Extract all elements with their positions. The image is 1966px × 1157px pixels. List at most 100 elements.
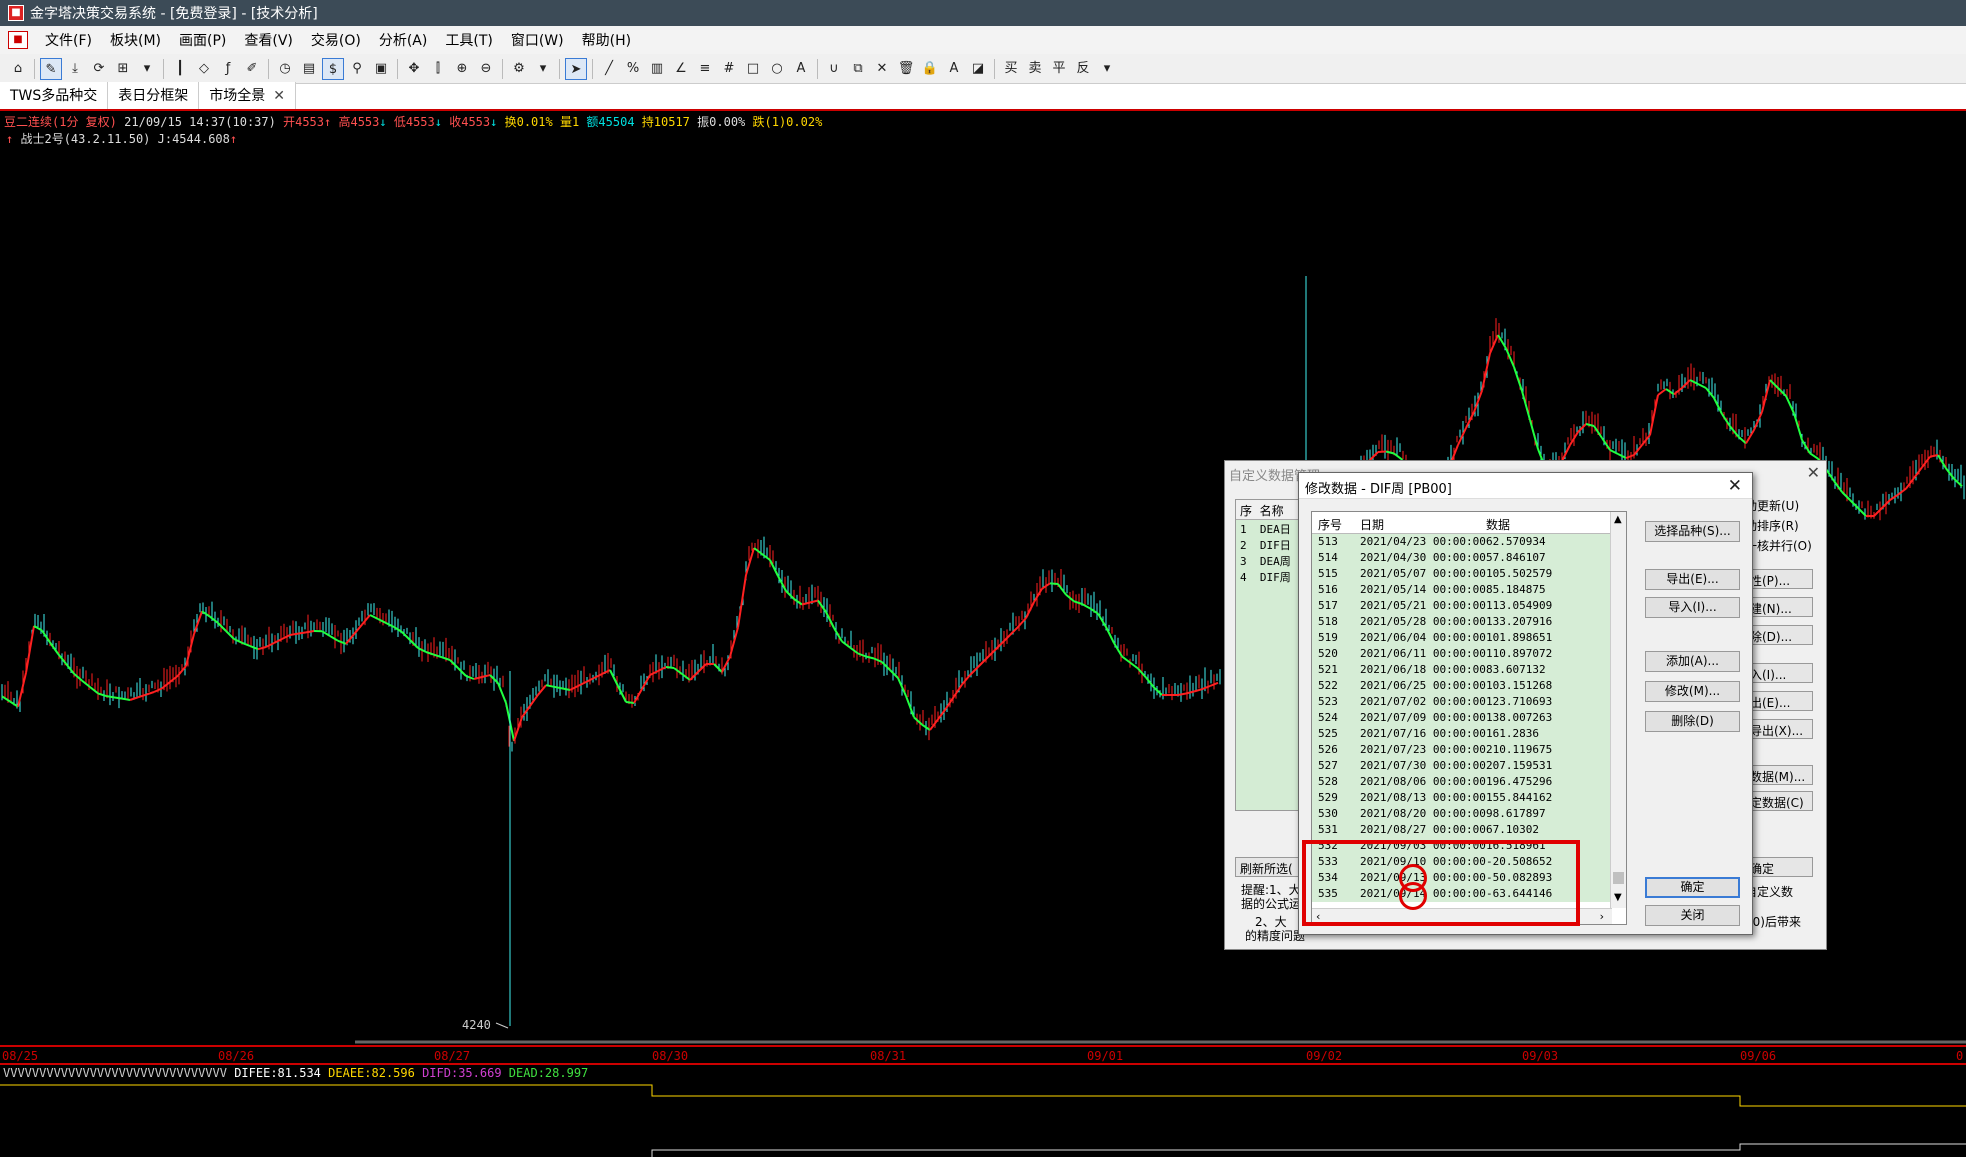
circle-icon[interactable]: ○	[766, 58, 788, 80]
move-icon[interactable]: ✥	[403, 58, 425, 80]
table-row[interactable]: 524 2021/07/09 00:00:00 138.007263	[1312, 710, 1612, 726]
table-row[interactable]: 525 2021/07/16 00:00:00 161.2836	[1312, 726, 1612, 742]
add-button[interactable]: 添加(A)...	[1645, 651, 1740, 672]
dropdown-icon[interactable]: ▾	[1096, 58, 1118, 80]
dropdown-icon[interactable]: ▾	[532, 58, 554, 80]
flat-icon[interactable]: 平	[1048, 58, 1070, 80]
single-core-option[interactable]: 一核并行(O)	[1745, 537, 1812, 554]
import-button[interactable]: 入(I)...	[1745, 663, 1813, 683]
magnet-icon[interactable]: ∪	[823, 58, 845, 80]
menu-window[interactable]: 窗口(W)	[502, 30, 573, 50]
filter-icon[interactable]: ⚲	[346, 58, 368, 80]
close-icon[interactable]: ✕	[1807, 463, 1820, 482]
grid-icon[interactable]: #	[718, 58, 740, 80]
properties-button[interactable]: 性(P)...	[1745, 569, 1813, 589]
scroll-down-icon[interactable]: ▼	[1614, 892, 1622, 903]
dropdown-icon[interactable]: ▾	[136, 58, 158, 80]
diamond-icon[interactable]: ◇	[193, 58, 215, 80]
vertical-scrollbar[interactable]: ▲ ▼	[1610, 512, 1626, 908]
close-icon[interactable]: ✕	[1728, 476, 1742, 496]
reverse-icon[interactable]: 反	[1072, 58, 1094, 80]
fill-icon[interactable]: ◪	[967, 58, 989, 80]
table-row[interactable]: 516 2021/05/14 00:00:00 85.184875	[1312, 582, 1612, 598]
modify-button[interactable]: 修改(M)...	[1645, 681, 1740, 702]
table-row[interactable]: 515 2021/05/07 00:00:00 105.502579	[1312, 566, 1612, 582]
menu-analysis[interactable]: 分析(A)	[370, 30, 437, 50]
text-icon[interactable]: A	[790, 58, 812, 80]
export-x-button[interactable]: 导出(X)...	[1745, 719, 1813, 739]
auto-sort-option[interactable]: 动排序(R)	[1745, 517, 1799, 534]
buy-icon[interactable]: 买	[1000, 58, 1022, 80]
table-row[interactable]: 518 2021/05/28 00:00:00 133.207916	[1312, 614, 1612, 630]
table-row[interactable]: 523 2021/07/02 00:00:00 123.710693	[1312, 694, 1612, 710]
chart-window-icon[interactable]: ▣	[370, 58, 392, 80]
close-button[interactable]: 关闭	[1645, 905, 1740, 926]
line-tool-icon[interactable]: ╱	[598, 58, 620, 80]
fixed-data-button[interactable]: 定数据(C)	[1745, 791, 1813, 811]
dollar-icon[interactable]: $	[322, 57, 344, 80]
candle-chart-icon[interactable]: ┃	[169, 58, 191, 80]
table-row[interactable]: 528 2021/08/06 00:00:00 196.475296	[1312, 774, 1612, 790]
list-item[interactable]: 2 DIF日	[1236, 536, 1304, 552]
trash-icon[interactable]: 🗑	[895, 58, 917, 80]
tab-multi-variety[interactable]: TWS多品种交	[0, 82, 109, 109]
table-row[interactable]: 526 2021/07/23 00:00:00 210.119675	[1312, 742, 1612, 758]
home-icon[interactable]: ⌂	[7, 58, 29, 80]
table-row[interactable]: 531 2021/08/27 00:00:00 67.10302	[1312, 822, 1612, 838]
table-row[interactable]: 517 2021/05/21 00:00:00 113.054909	[1312, 598, 1612, 614]
tab-market-overview[interactable]: 市场全景 ✕	[199, 82, 297, 109]
download-icon[interactable]: ⤓	[64, 58, 86, 80]
close-icon[interactable]: ✕	[273, 88, 285, 104]
document-icon[interactable]: ▤	[298, 58, 320, 80]
menu-view[interactable]: 查看(V)	[235, 30, 302, 50]
custom-data-list[interactable]: 序 名称 1 DEA日 2 DIF日 3 DEA周 4 DIF周	[1235, 499, 1305, 811]
lock-icon[interactable]: 🔒	[919, 58, 941, 80]
list-item[interactable]: 3 DEA周	[1236, 552, 1304, 568]
table-row[interactable]: 519 2021/06/04 00:00:00 101.898651	[1312, 630, 1612, 646]
export-button[interactable]: 出(E)...	[1745, 691, 1813, 711]
export-button[interactable]: 导出(E)...	[1645, 569, 1740, 590]
import-button[interactable]: 导入(I)...	[1645, 597, 1740, 618]
table-row[interactable]: 521 2021/06/18 00:00:00 83.607132	[1312, 662, 1612, 678]
grid-layout-icon[interactable]: ⊞	[112, 58, 134, 80]
table-row[interactable]: 514 2021/04/30 00:00:00 57.846107	[1312, 550, 1612, 566]
edit-icon[interactable]: ✐	[241, 58, 263, 80]
channel-icon[interactable]: ≡	[694, 58, 716, 80]
pointer-icon[interactable]: ➤	[565, 57, 587, 80]
remove-button[interactable]: 除(D)...	[1745, 625, 1813, 645]
clock-icon[interactable]: ◷	[274, 58, 296, 80]
scroll-right-icon[interactable]: ›	[1600, 910, 1604, 923]
new-button[interactable]: 建(N)...	[1745, 597, 1813, 617]
table-row[interactable]: 529 2021/08/13 00:00:00 155.844162	[1312, 790, 1612, 806]
menu-help[interactable]: 帮助(H)	[573, 30, 640, 50]
delete-button[interactable]: 删除(D)	[1645, 711, 1740, 732]
refresh-selected-button[interactable]: 刷新所选(	[1235, 857, 1305, 877]
angle-icon[interactable]: ∠	[670, 58, 692, 80]
menu-trade[interactable]: 交易(O)	[302, 30, 370, 50]
zoom-out-icon[interactable]: ⊖	[475, 58, 497, 80]
font-color-icon[interactable]: A	[943, 58, 965, 80]
tab-table-frame[interactable]: 表日分框架	[108, 82, 200, 109]
formula-icon[interactable]: ƒ	[217, 58, 239, 80]
list-item[interactable]: 4 DIF周	[1236, 568, 1304, 584]
sell-icon[interactable]: 卖	[1024, 58, 1046, 80]
table-row[interactable]: 522 2021/06/25 00:00:00 103.151268	[1312, 678, 1612, 694]
scroll-up-icon[interactable]: ▲	[1614, 514, 1622, 525]
list-item[interactable]: 1 DEA日	[1236, 520, 1304, 536]
column-icon[interactable]: ⫿	[427, 58, 449, 80]
select-variety-button[interactable]: 选择品种(S)...	[1645, 521, 1740, 542]
scroll-thumb[interactable]	[1613, 872, 1624, 884]
menu-file[interactable]: 文件(F)	[36, 30, 101, 50]
zoom-in-icon[interactable]: ⊕	[451, 58, 473, 80]
ok-button[interactable]: 确定	[1745, 857, 1813, 877]
menu-tools[interactable]: 工具(T)	[436, 30, 501, 50]
menu-screen[interactable]: 画面(P)	[170, 30, 235, 50]
rectangle-icon[interactable]: □	[742, 58, 764, 80]
refresh-icon[interactable]: ⟳	[88, 58, 110, 80]
table-row[interactable]: 530 2021/08/20 00:00:00 98.617897	[1312, 806, 1612, 822]
delete-icon[interactable]: ✕	[871, 58, 893, 80]
settings-icon[interactable]: ⚙	[508, 58, 530, 80]
menu-sector[interactable]: 板块(M)	[101, 30, 170, 50]
table-row[interactable]: 513 2021/04/23 00:00:00 62.570934	[1312, 534, 1612, 550]
copy-icon[interactable]: ⧉	[847, 58, 869, 80]
